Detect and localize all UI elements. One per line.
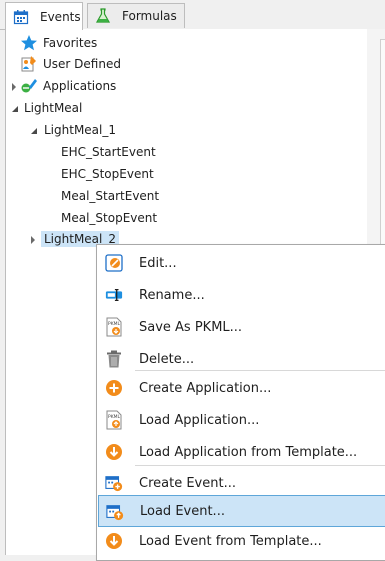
expand-arrow-icon[interactable] — [29, 236, 37, 244]
calendar-add-icon — [105, 474, 123, 492]
menu-item-label: Load Event... — [140, 503, 225, 519]
svg-text:PKML: PKML — [108, 321, 121, 327]
menu-item-label: Load Application... — [139, 412, 260, 428]
expand-arrow-icon[interactable] — [10, 83, 18, 91]
tree-item-label: Favorites — [43, 36, 98, 50]
trash-icon — [105, 350, 123, 368]
menu-separator — [135, 465, 385, 466]
add-circle-icon — [105, 379, 123, 397]
tab-events[interactable]: Events — [5, 2, 83, 30]
download-circle-icon — [105, 532, 123, 550]
context-menu: Edit... Rename... PKML Save As PKML... D… — [96, 244, 385, 561]
tree-item-user-defined[interactable]: User Defined — [20, 54, 121, 74]
tree-item-label: EHC_StartEvent — [61, 145, 156, 159]
tab-formulas[interactable]: Formulas — [87, 3, 185, 28]
menu-item-rename[interactable]: Rename... — [98, 279, 385, 311]
star-icon — [20, 34, 38, 52]
applications-icon — [20, 77, 38, 95]
menu-item-label: Rename... — [139, 287, 205, 303]
calendar-load-icon — [106, 503, 124, 521]
menu-item-label: Save As PKML... — [139, 319, 243, 335]
tree-item-ehc-stopevent[interactable]: EHC_StopEvent — [61, 164, 154, 184]
tree-item-ehc-startevent[interactable]: EHC_StartEvent — [61, 142, 156, 162]
svg-text:PKML: PKML — [108, 414, 121, 420]
menu-item-label: Load Application from Template... — [139, 444, 358, 460]
pkml-save-icon: PKML — [105, 317, 123, 337]
tree-item-label: LightMeal_1 — [44, 123, 117, 137]
user-defined-icon — [20, 55, 38, 73]
menu-item-create-application[interactable]: Create Application... — [98, 372, 385, 404]
tree-item-label: EHC_StopEvent — [61, 167, 154, 181]
menu-item-label: Create Event... — [139, 475, 236, 491]
menu-item-label: Delete... — [139, 351, 195, 367]
tab-events-label: Events — [40, 9, 81, 24]
tree-item-label: User Defined — [43, 57, 121, 71]
tree-item-meal-startevent[interactable]: Meal_StartEvent — [61, 186, 159, 206]
tab-formulas-label: Formulas — [122, 9, 177, 23]
download-circle-icon — [105, 443, 123, 461]
menu-item-load-event[interactable]: Load Event... — [98, 495, 385, 527]
menu-item-label: Load Event from Template... — [139, 533, 322, 549]
menu-item-save-as-pkml[interactable]: PKML Save As PKML... — [98, 311, 385, 343]
menu-item-edit[interactable]: Edit... — [98, 247, 385, 279]
menu-item-load-application[interactable]: PKML Load Application... — [98, 404, 385, 436]
menu-item-load-application-template[interactable]: Load Application from Template... — [98, 436, 385, 468]
tab-strip: Formulas Events — [0, 0, 385, 30]
tree-item-label: LightMeal — [24, 101, 83, 115]
flask-icon — [94, 7, 112, 25]
tree-item-label: Meal_StopEvent — [61, 211, 158, 225]
menu-item-label: Edit... — [139, 255, 177, 271]
menu-item-label: Create Application... — [139, 380, 272, 396]
edit-icon — [105, 254, 123, 272]
tree-item-label: Meal_StartEvent — [61, 189, 160, 203]
right-pane-frame — [380, 39, 385, 261]
tree-item-meal-stopevent[interactable]: Meal_StopEvent — [61, 208, 157, 228]
menu-item-load-event-template[interactable]: Load Event from Template... — [98, 525, 385, 557]
tree-item-lightmeal[interactable]: LightMeal — [24, 98, 82, 118]
tree-item-favorites[interactable]: Favorites — [20, 33, 97, 53]
tree-item-applications[interactable]: Applications — [20, 76, 116, 96]
calendar-icon — [12, 8, 30, 26]
menu-separator — [135, 370, 385, 371]
pkml-load-icon: PKML — [105, 410, 123, 430]
collapse-arrow-icon[interactable] — [10, 105, 18, 113]
collapse-arrow-icon[interactable] — [29, 127, 37, 135]
rename-icon — [105, 286, 123, 304]
tree-item-lightmeal-1[interactable]: LightMeal_1 — [44, 120, 116, 140]
tree-item-label: Applications — [43, 79, 117, 93]
